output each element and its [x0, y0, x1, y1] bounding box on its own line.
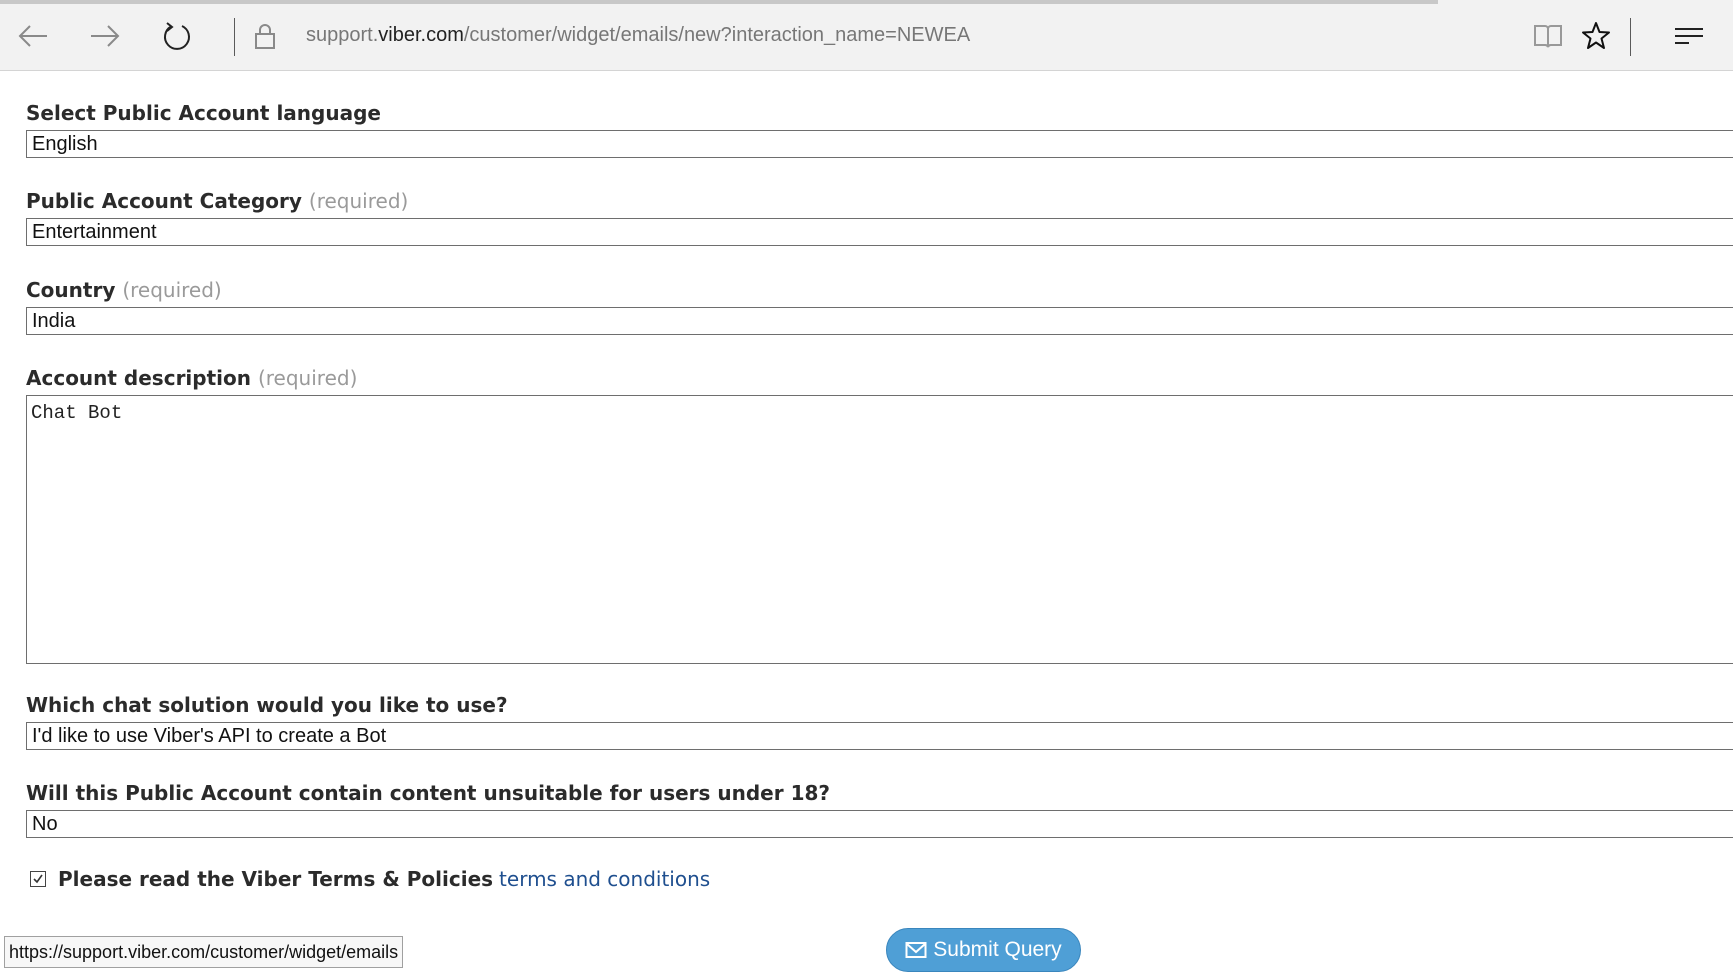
description-label-text: Account description	[26, 366, 251, 390]
address-prefix: support.	[306, 24, 379, 46]
terms-link[interactable]: terms and conditions	[499, 867, 710, 891]
chat-solution-label: Which chat solution would you like to us…	[26, 693, 508, 717]
back-button[interactable]	[11, 14, 55, 58]
description-label: Account description (required)	[26, 366, 357, 390]
submit-button[interactable]: Submit Query	[886, 928, 1081, 972]
refresh-icon	[164, 22, 190, 50]
country-label: Country (required)	[26, 278, 222, 302]
forward-button[interactable]	[83, 14, 127, 58]
adult-content-label: Will this Public Account contain content…	[26, 781, 830, 805]
site-info-button[interactable]	[243, 14, 287, 58]
required-indicator: (required)	[257, 366, 358, 390]
forward-arrow-icon	[91, 25, 120, 47]
envelope-icon	[905, 942, 927, 958]
star-icon	[1582, 22, 1610, 49]
address-path: /customer/widget/emails/new?interaction_…	[463, 24, 971, 46]
terms-text: Please read the Viber Terms & Policies	[58, 867, 494, 891]
description-textarea[interactable]: Chat Bot	[26, 395, 1733, 664]
adult-content-label-text: Will this Public Account contain content…	[26, 781, 831, 805]
address-bar[interactable]: support.viber.com/customer/widget/emails…	[306, 24, 970, 47]
browser-toolbar: support.viber.com/customer/widget/emails…	[0, 0, 1733, 71]
reading-view-button[interactable]	[1526, 14, 1570, 58]
category-label: Public Account Category (required)	[26, 189, 408, 213]
menu-icon	[1675, 28, 1703, 44]
language-label-text: Select Public Account language	[26, 101, 381, 125]
category-label-text: Public Account Category	[26, 189, 302, 213]
back-arrow-icon	[18, 25, 47, 47]
checkmark-icon	[33, 874, 43, 884]
language-label: Select Public Account language	[26, 101, 381, 125]
toolbar-separator-right	[1630, 18, 1631, 56]
page-load-progress	[0, 0, 1439, 4]
chat-solution-label-text: Which chat solution would you like to us…	[26, 693, 508, 717]
lock-icon	[255, 24, 275, 49]
language-select[interactable]: English	[26, 130, 1733, 158]
refresh-button[interactable]	[155, 14, 199, 58]
category-select[interactable]: Entertainment	[26, 218, 1733, 246]
country-label-text: Country	[26, 278, 116, 302]
country-select[interactable]: India	[26, 307, 1733, 335]
page-content: Select Public Account language English P…	[0, 71, 1733, 975]
terms-checkbox[interactable]	[30, 871, 46, 887]
toolbar-separator	[234, 18, 235, 56]
required-indicator: (required)	[122, 278, 222, 302]
terms-row: Please read the Viber Terms & Policies t…	[30, 867, 710, 891]
adult-content-select[interactable]: No	[26, 810, 1733, 838]
menu-button[interactable]	[1667, 14, 1711, 58]
submit-label: Submit Query	[933, 938, 1062, 961]
required-indicator: (required)	[308, 189, 409, 213]
status-url-tooltip: https://support.viber.com/customer/widge…	[4, 936, 404, 968]
address-domain: viber.com	[378, 24, 464, 46]
chat-solution-select[interactable]: I'd like to use Viber's API to create a …	[26, 722, 1733, 750]
favorites-button[interactable]	[1574, 14, 1618, 58]
reading-view-icon	[1534, 25, 1562, 48]
